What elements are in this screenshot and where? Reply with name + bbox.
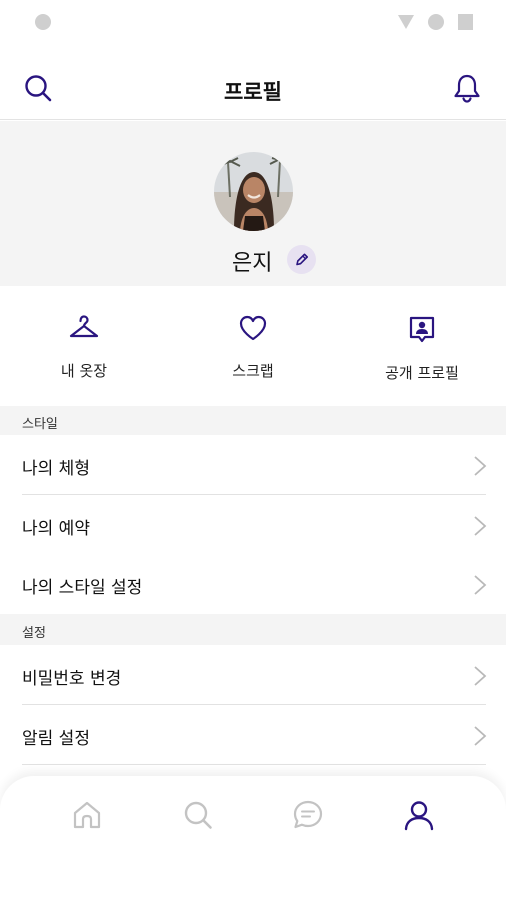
nav-chat[interactable]	[291, 798, 325, 832]
section-header-settings: 설정	[0, 614, 506, 645]
heart-icon	[239, 315, 267, 341]
quick-actions: 내 옷장 스크랩 공개 프로필	[0, 286, 506, 406]
app-bar: 프로필	[0, 58, 506, 120]
chevron-right-icon	[474, 726, 487, 746]
bottom-navigation	[0, 776, 506, 900]
menu-item-label: 나의 예약	[22, 519, 90, 539]
quick-action-label: 공개 프로필	[385, 364, 459, 382]
hanger-icon	[69, 315, 99, 338]
notification-dot-icon	[35, 14, 51, 30]
menu-item-notification-settings[interactable]: 알림 설정	[0, 705, 506, 765]
nav-home[interactable]	[70, 798, 104, 832]
menu-item-reservations[interactable]: 나의 예약	[0, 495, 506, 555]
chevron-right-icon	[474, 575, 487, 595]
menu-item-label: 알림 설정	[22, 729, 90, 749]
profile-header: 은지	[0, 121, 506, 286]
profile-card-icon	[409, 316, 435, 343]
menu-item-label: 비밀번호 변경	[22, 669, 122, 689]
nav-search[interactable]	[181, 798, 215, 832]
menu-item-label: 나의 스타일 설정	[22, 578, 143, 598]
page-title: 프로필	[224, 80, 282, 104]
notifications-button[interactable]	[451, 72, 483, 104]
divider	[22, 764, 486, 765]
home-icon	[73, 801, 101, 829]
section-header-style: 스타일	[0, 406, 506, 435]
quick-action-scrap[interactable]: 스크랩	[169, 314, 337, 381]
profile-name: 은지	[232, 251, 273, 276]
battery-icon	[458, 14, 473, 30]
chevron-right-icon	[474, 456, 487, 476]
nav-profile[interactable]	[402, 798, 436, 832]
chat-icon	[293, 800, 323, 829]
pencil-icon	[296, 253, 308, 266]
user-icon	[404, 801, 434, 831]
section-title: 설정	[22, 626, 46, 641]
avatar[interactable]	[214, 152, 293, 231]
quick-action-public-profile[interactable]: 공개 프로필	[338, 314, 506, 383]
bell-icon	[454, 74, 480, 103]
menu-item-style-settings[interactable]: 나의 스타일 설정	[0, 554, 506, 614]
chevron-right-icon	[474, 666, 487, 686]
search-icon	[184, 801, 212, 829]
menu-item-body-type[interactable]: 나의 체형	[0, 435, 506, 495]
edit-profile-button[interactable]	[287, 245, 316, 274]
quick-action-label: 스크랩	[232, 362, 274, 380]
chevron-right-icon	[474, 516, 487, 536]
wifi-icon	[398, 15, 414, 29]
status-bar	[0, 0, 506, 46]
menu-item-change-password[interactable]: 비밀번호 변경	[0, 645, 506, 705]
section-title: 스타일	[22, 417, 58, 432]
quick-action-closet[interactable]: 내 옷장	[0, 314, 168, 381]
menu-item-label: 나의 체형	[22, 459, 90, 479]
signal-icon	[428, 14, 444, 30]
quick-action-label: 내 옷장	[60, 362, 108, 380]
